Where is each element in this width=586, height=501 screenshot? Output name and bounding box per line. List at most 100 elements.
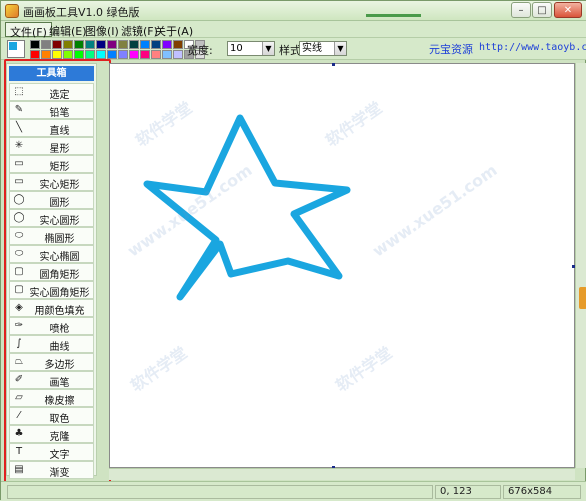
color-swatch[interactable] xyxy=(140,40,150,49)
tool-brush[interactable]: ✐ 画笔 xyxy=(9,371,94,389)
star-shape xyxy=(143,114,351,301)
color-swatch[interactable] xyxy=(85,50,95,59)
tool-label: 实心椭圆 xyxy=(39,252,80,263)
tool-eraser[interactable]: ▱ 橡皮擦 xyxy=(9,389,94,407)
tool-label: 克隆 xyxy=(49,432,70,443)
tool-line[interactable]: ╲ 直线 xyxy=(9,119,94,137)
tool-label: 铅笔 xyxy=(49,108,70,119)
chevron-down-icon[interactable]: ▼ xyxy=(334,42,346,55)
tool-label: 实心圆形 xyxy=(39,216,80,227)
tool-label: 曲线 xyxy=(49,342,70,353)
tool-polygon[interactable]: ⏢ 多边形 xyxy=(9,353,94,371)
width-label: 宽度: xyxy=(187,44,213,57)
filled-ellipse-icon: ⬭ xyxy=(14,248,24,259)
menu-about[interactable]: 关于(A) xyxy=(151,22,197,38)
tool-label: 实心圆角矩形 xyxy=(29,288,90,299)
tool-label: 画笔 xyxy=(49,378,70,389)
chevron-down-icon[interactable]: ▼ xyxy=(262,42,274,55)
polygon-icon: ⏢ xyxy=(15,356,23,367)
tool-ellipse[interactable]: ⬭ 椭圆形 xyxy=(9,227,94,245)
filled-rounded-rectangle-icon: ▢ xyxy=(14,284,24,295)
color-swatch[interactable] xyxy=(96,40,106,49)
color-swatch[interactable] xyxy=(41,50,51,59)
tool-label: 取色 xyxy=(49,414,70,425)
pencil-icon: ✎ xyxy=(14,104,24,115)
eraser-icon: ▱ xyxy=(15,392,23,403)
tool-select[interactable]: ⬚ 选定 xyxy=(9,83,94,101)
color-swatch[interactable] xyxy=(118,50,128,59)
horizontal-scrollbar[interactable] xyxy=(109,468,575,480)
color-swatch[interactable] xyxy=(74,40,84,49)
color-swatch[interactable] xyxy=(151,40,161,49)
color-swatch[interactable] xyxy=(85,40,95,49)
brand-url[interactable]: http://www.taoyb.com xyxy=(479,42,586,53)
style-value: 实线 xyxy=(302,43,322,54)
tool-airbrush[interactable]: ✑ 喷枪 xyxy=(9,317,94,335)
color-swatch[interactable] xyxy=(107,50,117,59)
status-bar: 0, 123 676x584 xyxy=(1,481,586,501)
color-swatch[interactable] xyxy=(151,50,161,59)
resize-handle-top[interactable] xyxy=(332,63,335,66)
tool-pencil[interactable]: ✎ 铅笔 xyxy=(9,101,94,119)
color-swatch[interactable] xyxy=(63,50,73,59)
minimize-button[interactable]: – xyxy=(511,2,531,18)
app-icon xyxy=(5,4,19,18)
tool-label: 文字 xyxy=(49,450,70,461)
tool-text[interactable]: T 文字 xyxy=(9,443,94,461)
current-color-indicator[interactable] xyxy=(7,40,25,58)
tool-rectangle[interactable]: ▭ 矩形 xyxy=(9,155,94,173)
color-swatch[interactable] xyxy=(30,40,40,49)
maximize-button[interactable]: □ xyxy=(532,2,552,18)
tool-filled-ellipse[interactable]: ⬭ 实心椭圆 xyxy=(9,245,94,263)
status-coords: 0, 123 xyxy=(435,485,501,499)
curve-icon: ∫ xyxy=(16,338,22,349)
color-swatch[interactable] xyxy=(173,40,183,49)
tool-label: 直线 xyxy=(49,126,70,137)
tool-star[interactable]: ✳ 星形 xyxy=(9,137,94,155)
tool-curve[interactable]: ∫ 曲线 xyxy=(9,335,94,353)
text-icon: T xyxy=(15,446,23,457)
tool-rounded-rectangle[interactable]: ▢ 圆角矩形 xyxy=(9,263,94,281)
color-swatch[interactable] xyxy=(96,50,106,59)
ellipse-icon: ⬭ xyxy=(14,230,24,241)
vertical-scrollbar-thumb[interactable] xyxy=(579,287,586,309)
tool-label: 多边形 xyxy=(44,360,75,371)
eyedropper-icon: ⁄ xyxy=(18,410,20,421)
tool-circle[interactable]: ◯ 圆形 xyxy=(9,191,94,209)
drawing-canvas[interactable] xyxy=(109,63,575,469)
color-swatch[interactable] xyxy=(173,50,183,59)
tool-filled-rectangle[interactable]: ▭ 实心矩形 xyxy=(9,173,94,191)
tool-filled-circle[interactable]: ◯ 实心圆形 xyxy=(9,209,94,227)
color-swatch[interactable] xyxy=(52,40,62,49)
clone-icon: ♣ xyxy=(14,428,24,439)
color-swatch[interactable] xyxy=(162,50,172,59)
color-swatch[interactable] xyxy=(74,50,84,59)
color-swatch[interactable] xyxy=(162,40,172,49)
tool-eyedropper[interactable]: ⁄ 取色 xyxy=(9,407,94,425)
tool-filled-rounded-rectangle[interactable]: ▢ 实心圆角矩形 xyxy=(9,281,94,299)
style-select[interactable]: 实线 ▼ xyxy=(299,41,347,56)
tool-label: 渐变 xyxy=(49,468,70,479)
width-value: 10 xyxy=(230,43,243,54)
color-swatch[interactable] xyxy=(129,40,139,49)
filled-circle-icon: ◯ xyxy=(13,212,25,223)
color-swatch[interactable] xyxy=(140,50,150,59)
color-swatch[interactable] xyxy=(129,50,139,59)
vertical-scrollbar[interactable] xyxy=(575,63,586,468)
fill-bucket-icon: ◈ xyxy=(15,302,23,313)
tool-gradient[interactable]: ▤ 渐变 xyxy=(9,461,94,479)
close-button[interactable]: ✕ xyxy=(554,2,582,18)
color-swatch[interactable] xyxy=(118,40,128,49)
tool-fill-bucket[interactable]: ◈ 用颜色填充 xyxy=(9,299,94,317)
tool-clone[interactable]: ♣ 克隆 xyxy=(9,425,94,443)
width-select[interactable]: 10 ▼ xyxy=(227,41,275,56)
color-swatch[interactable] xyxy=(52,50,62,59)
color-swatch[interactable] xyxy=(41,40,51,49)
color-swatch[interactable] xyxy=(30,50,40,59)
brush-icon: ✐ xyxy=(14,374,24,385)
color-swatch[interactable] xyxy=(107,40,117,49)
toolbar: 宽度: 10 ▼ 样式 实线 ▼ 元宝资源 http://www.taoyb.c… xyxy=(1,38,586,60)
title-decoration xyxy=(366,14,421,17)
tool-label: 矩形 xyxy=(49,162,70,173)
color-swatch[interactable] xyxy=(63,40,73,49)
